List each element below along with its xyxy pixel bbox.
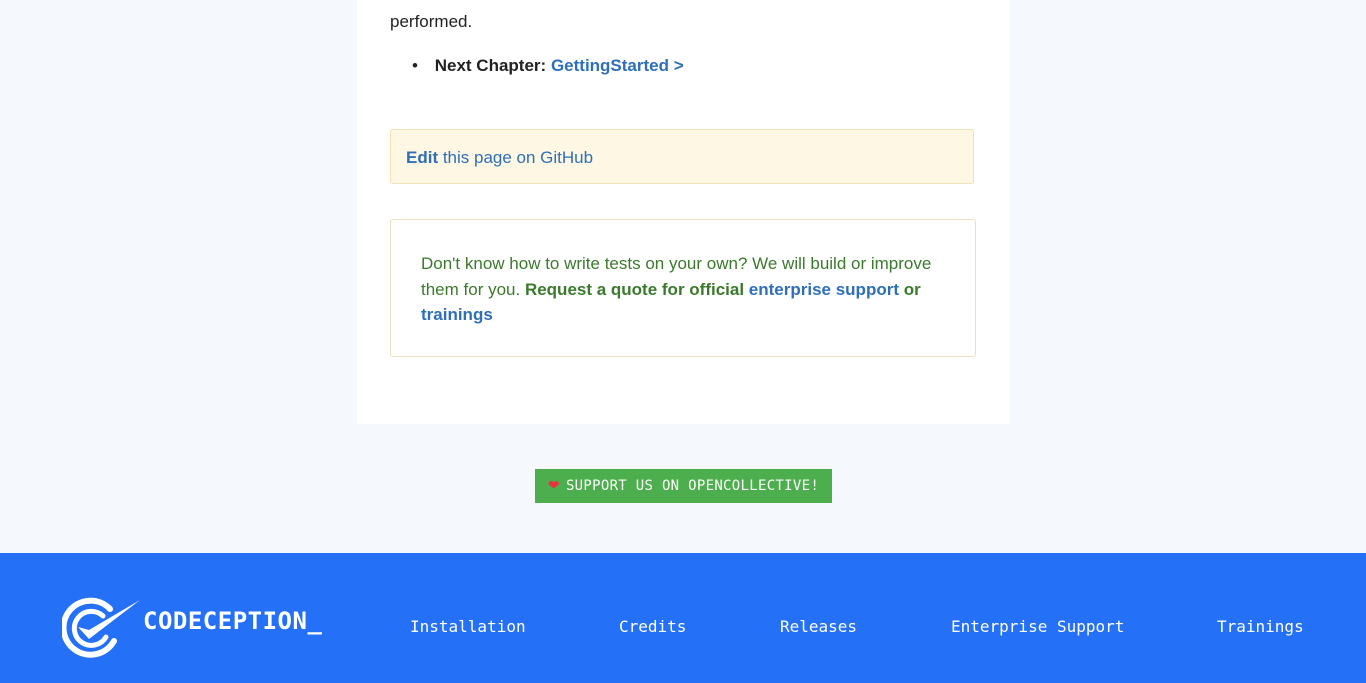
support-opencollective-button[interactable]: ❤ SUPPORT US ON OPENCOLLECTIVE! <box>535 469 832 503</box>
quote-or-text: or <box>899 279 921 299</box>
footer-link-releases[interactable]: Releases <box>780 617 857 636</box>
footer-link-credits[interactable]: Credits <box>619 617 686 636</box>
next-chapter-item: • Next Chapter: GettingStarted > <box>412 53 684 78</box>
next-chapter-label: Next Chapter: <box>434 56 547 75</box>
edit-on-github-box: Edit this page on GitHub <box>390 129 974 184</box>
quote-request-text: Request a quote for official <box>524 279 749 299</box>
edit-rest-text: this page on GitHub <box>438 148 594 167</box>
site-footer: CODECEPTION_ Installation Credits Releas… <box>0 553 1366 683</box>
logo-text: CODECEPTION_ <box>143 607 323 635</box>
codeception-logo[interactable]: CODECEPTION_ <box>62 597 322 659</box>
codeception-check-icon <box>62 597 140 658</box>
edit-label: Edit <box>406 148 439 167</box>
footer-link-enterprise-support[interactable]: Enterprise Support <box>951 617 1124 636</box>
footer-link-trainings[interactable]: Trainings <box>1217 617 1304 636</box>
next-chapter-link[interactable]: GettingStarted > <box>551 56 684 75</box>
paragraph-text: performed. <box>390 12 473 31</box>
edit-on-github-link[interactable]: Edit this page on GitHub <box>406 148 593 167</box>
enterprise-quote-box: Don't know how to write tests on your ow… <box>390 219 976 357</box>
enterprise-support-link[interactable]: enterprise support <box>749 280 899 299</box>
bullet-icon: • <box>412 56 418 75</box>
footer-link-installation[interactable]: Installation <box>410 617 526 636</box>
heart-icon: ❤ <box>547 478 560 494</box>
trainings-link[interactable]: trainings <box>421 305 493 324</box>
support-button-label: SUPPORT US ON OPENCOLLECTIVE! <box>565 478 820 494</box>
